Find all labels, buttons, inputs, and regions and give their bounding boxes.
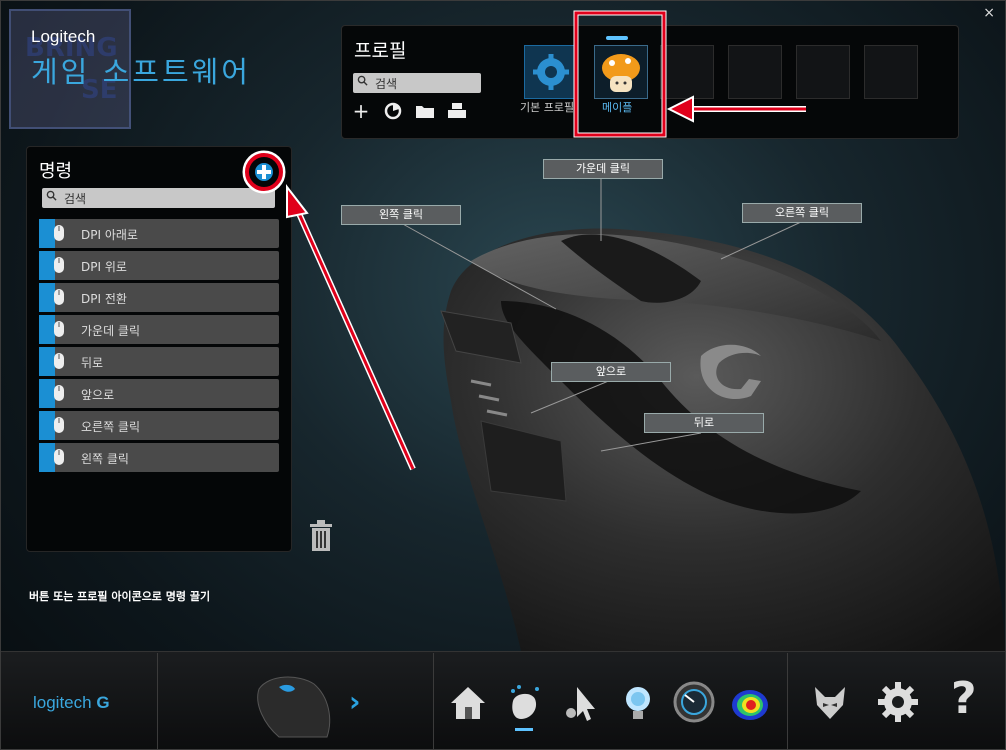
divider: [433, 653, 434, 749]
logo-text: logitech: [33, 693, 92, 712]
next-chevron-icon[interactable]: ›: [349, 685, 361, 718]
dpi-gauge-icon[interactable]: [671, 679, 717, 725]
lighting-icon[interactable]: [615, 679, 661, 725]
divider: [787, 653, 788, 749]
help-icon[interactable]: ?: [951, 673, 977, 724]
pointer-settings-icon[interactable]: [559, 679, 605, 725]
logitech-logo: logitech G: [33, 693, 110, 713]
settings-gear-icon[interactable]: [875, 679, 921, 725]
active-tab-indicator: [515, 728, 533, 731]
divider: [157, 653, 158, 749]
heatmap-icon[interactable]: [727, 679, 773, 725]
gaming-mode-icon[interactable]: [807, 679, 853, 725]
app-window: × BRING SE Logitech 게임 소프트웨어 프로필 검색 + 기본…: [0, 0, 1006, 750]
logo-g-icon: G: [96, 693, 110, 712]
customize-buttons-icon[interactable]: [501, 679, 547, 725]
mouse-thumbnail-icon[interactable]: [249, 669, 335, 739]
annotation-overlay: [286, 10, 806, 471]
home-icon[interactable]: [445, 679, 491, 725]
